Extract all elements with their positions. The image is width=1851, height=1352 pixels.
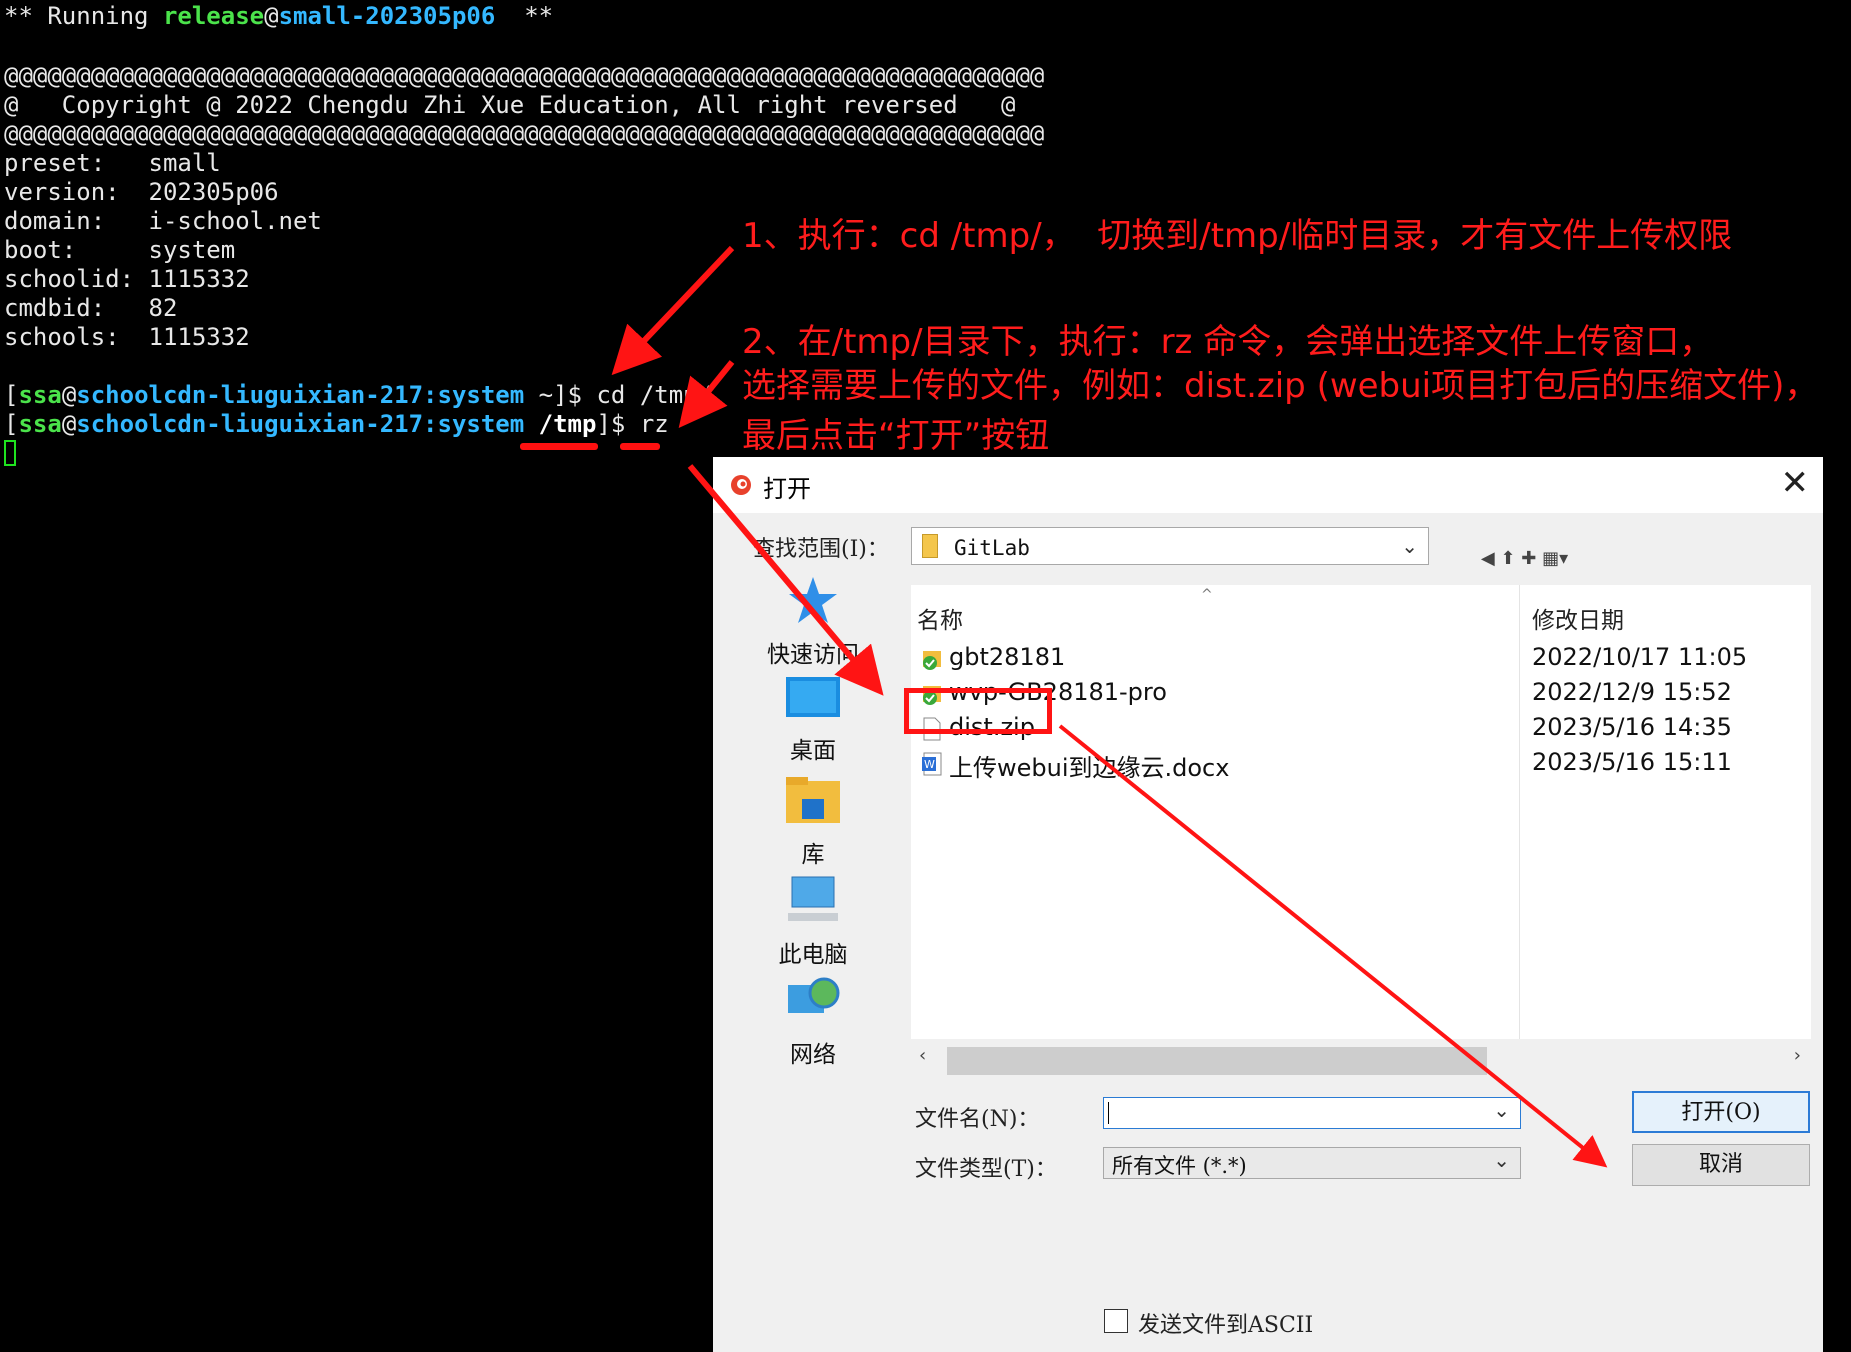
arrow-to-cd-command [611,245,735,376]
annotation-arrows [611,245,1608,1168]
arrow-to-open-button [1058,724,1608,1168]
arrow-to-rz-command [678,360,735,429]
arrow-to-dist-zip [687,464,884,696]
